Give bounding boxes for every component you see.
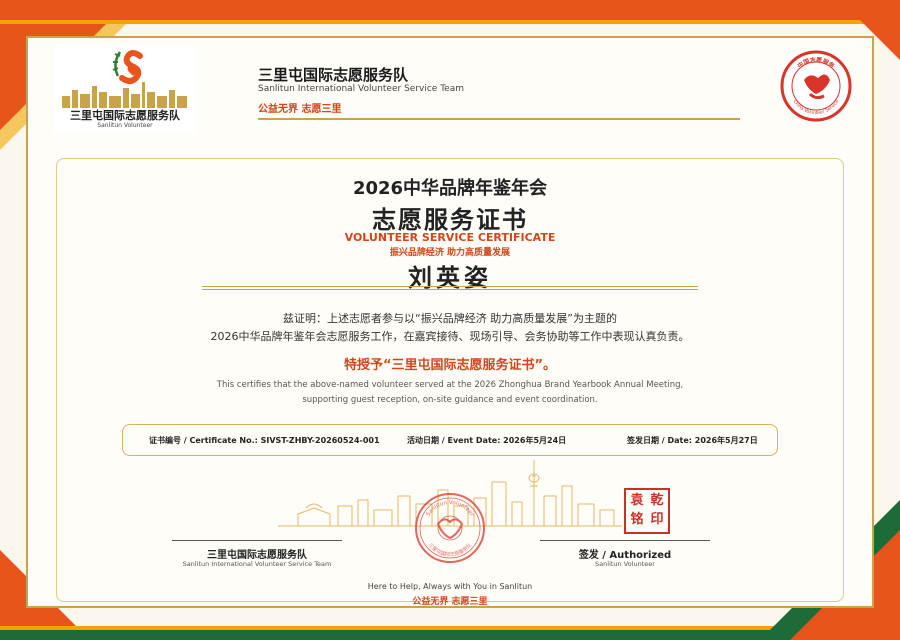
china-volunteer-badge-icon: 中国志愿服务 China Volunteer Service	[780, 50, 852, 122]
svg-text:三里屯国际志愿服务队: 三里屯国际志愿服务队	[427, 542, 473, 559]
certificate-slogan: 振兴品牌经济 助力高质量发展	[389, 248, 511, 258]
certificate-body-line-1: 兹证明：上述志愿者参与以“振兴品牌经济 助力高质量发展”为主题的	[283, 312, 617, 325]
stamp-char-4: 铭	[630, 512, 644, 527]
signature-line-right	[540, 540, 710, 541]
stamp-char-3: 袁	[630, 493, 644, 508]
signature-right-sub: Sanlitun Volunteer	[595, 560, 655, 568]
certificate-title: 志愿服务证书	[372, 206, 528, 234]
signature-left-sub: Sanlitun International Volunteer Service…	[182, 560, 332, 568]
signature-line-left	[172, 540, 342, 541]
recipient-name: 刘英姿	[408, 264, 492, 292]
logo-title: 三里屯国际志愿服务队	[70, 109, 180, 122]
city-skyline-icon	[62, 82, 187, 108]
issue-date: 签发日期 / Date: 2026年5月27日	[627, 436, 758, 445]
footer-tagline: Here to Help, Always with You in Sanlitu…	[367, 582, 533, 591]
stamp-char-1: 乾	[650, 493, 664, 508]
event-date: 活动日期 / Event Date: 2026年5月24日	[407, 436, 567, 445]
certificate-en-line-1: This certifies that the above-named volu…	[216, 380, 684, 390]
org-name-en: Sanlitun International Volunteer Service…	[258, 84, 464, 94]
seal-text-bottom: 三里屯国际志愿服务队	[427, 542, 473, 559]
official-seal-icon: Sanlitun Volunteer 三里屯国际志愿服务队	[415, 493, 485, 563]
signature-left-name: 三里屯国际志愿服务队	[207, 550, 307, 561]
personal-seal-stamp: 乾 印 袁 铭	[624, 488, 670, 534]
header-divider	[258, 118, 740, 120]
certificate-en-line-2: supporting guest reception, on-site guid…	[302, 395, 598, 405]
certificate-title-en: VOLUNTEER SERVICE CERTIFICATE	[344, 231, 556, 244]
signature-right-name: 签发 / Authorized	[578, 550, 672, 561]
seal-text-top: Sanlitun Volunteer	[426, 500, 475, 518]
certificate-info-box: 证书编号 / Certificate No.: SIVST-ZHBY-20260…	[122, 424, 778, 456]
footer-slogan: 公益无界 志愿三里	[412, 597, 488, 607]
top-band	[0, 0, 900, 20]
stamp-char-2: 印	[650, 512, 664, 527]
recipient-underline	[202, 286, 698, 287]
certificate-page: 三里屯国际志愿服务队 Sanlitun Volunteer 三里屯国际志愿服务队…	[0, 0, 900, 640]
award-statement: 特授予“三里屯国际志愿服务证书”。	[343, 358, 557, 373]
certificate-number: 证书编号 / Certificate No.: SIVST-ZHBY-20260…	[149, 436, 380, 445]
org-name: 三里屯国际志愿服务队	[258, 66, 409, 84]
team-logo: 三里屯国际志愿服务队 Sanlitun Volunteer	[54, 46, 196, 134]
recipient-underline-2	[202, 289, 698, 290]
top-band-gold	[0, 20, 900, 24]
event-name: 2026中华品牌年鉴年会	[352, 178, 548, 199]
org-slogan: 公益无界 志愿三里	[258, 104, 342, 115]
svg-text:Sanlitun Volunteer: Sanlitun Volunteer	[426, 500, 475, 518]
logo-subtitle: Sanlitun Volunteer	[97, 122, 153, 129]
certificate-body-line-2: 2026中华品牌年鉴年会志愿服务工作，在嘉宾接待、现场引导、会务协助等工作中表现…	[210, 330, 690, 343]
